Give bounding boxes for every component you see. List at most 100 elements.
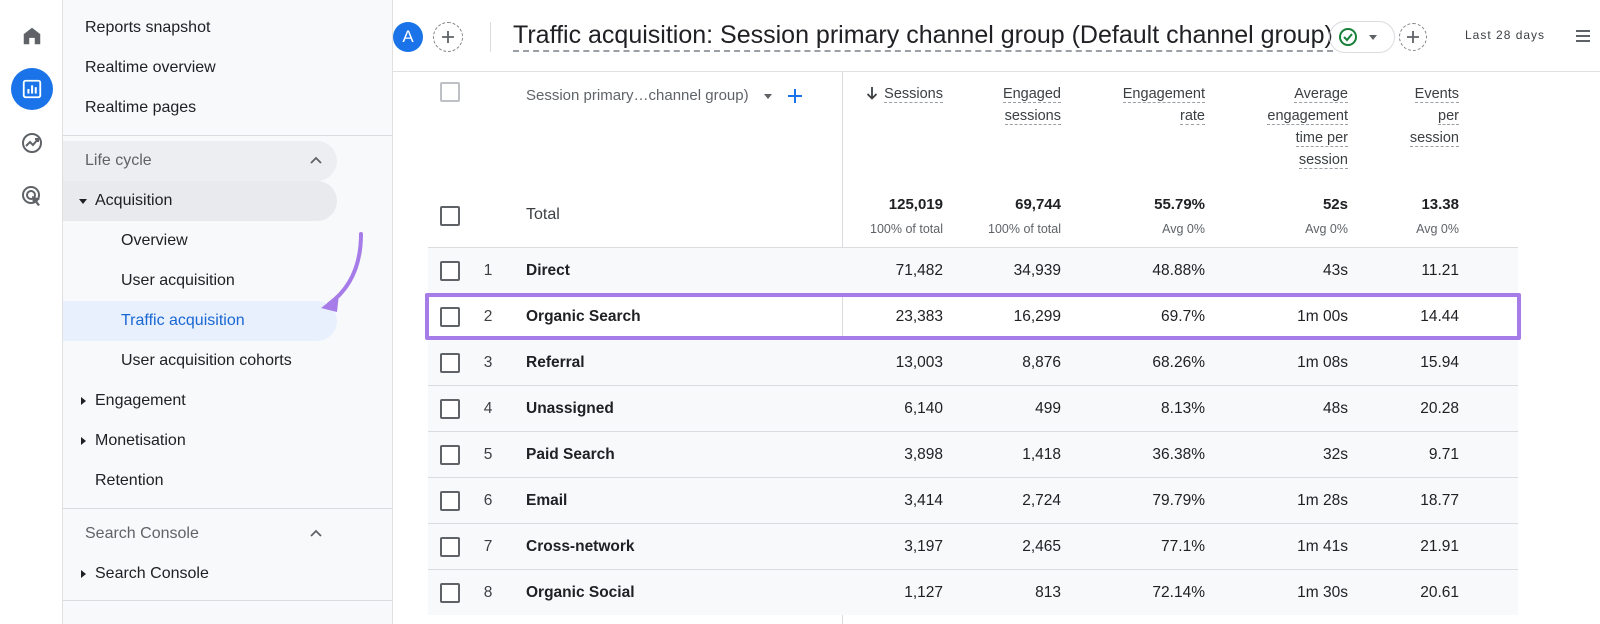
table-row[interactable]: 4 Unassigned 6,140 499 8.13% 48s 20.28 [428, 385, 1518, 431]
sidebar-item-monetisation[interactable]: Monetisation [63, 421, 337, 461]
cell-engaged-sessions: 813 [1035, 583, 1061, 601]
home-icon[interactable] [11, 15, 53, 57]
total-value: 125,019 [888, 196, 943, 213]
section-search-console[interactable]: Search Console [63, 514, 337, 554]
report-header: A Traffic acquisition: Session primary c… [393, 0, 1600, 72]
caret-down-icon [63, 196, 95, 206]
row-checkbox[interactable] [440, 583, 460, 603]
cell-engaged-sessions: 8,876 [1022, 353, 1061, 371]
column-header-label: per [1438, 108, 1459, 125]
grid-more-icon[interactable] [1573, 26, 1593, 46]
row-index: 8 [483, 583, 493, 601]
sidebar-item-retention[interactable]: Retention [63, 461, 337, 501]
date-range-label[interactable]: Last 28 days [1465, 28, 1545, 42]
cell-engagement-rate: 72.14% [1152, 583, 1205, 601]
sidebar-item-traffic-acquisition[interactable]: Traffic acquisition [63, 301, 337, 341]
check-circle-icon [1339, 28, 1357, 46]
total-value: 55.79% [1154, 196, 1205, 213]
row-checkbox[interactable] [440, 491, 460, 511]
sidebar-item-acquisition[interactable]: Acquisition [63, 181, 337, 221]
total-subtext: Avg 0% [1305, 222, 1348, 236]
sidebar-item-label: Overview [121, 232, 188, 249]
cell-engagement-rate: 8.13% [1161, 399, 1205, 417]
sidebar-item-engagement[interactable]: Engagement [63, 381, 337, 421]
column-header-engagement-rate[interactable]: Engagement rate [1090, 83, 1205, 127]
sort-down-icon [867, 87, 878, 100]
cell-sessions: 3,197 [904, 537, 943, 555]
column-header-engaged-sessions[interactable]: Engaged sessions [960, 83, 1061, 127]
column-header-label: Sessions [884, 86, 943, 103]
row-checkbox[interactable] [440, 445, 460, 465]
cell-sessions: 71,482 [895, 261, 943, 279]
channel-name: Direct [526, 261, 570, 279]
plus-icon [442, 31, 454, 43]
cell-avg-engagement-time: 43s [1323, 261, 1348, 279]
table-row[interactable]: 5 Paid Search 3,898 1,418 36.38% 32s 9.7… [428, 431, 1518, 477]
row-index: 1 [483, 261, 493, 279]
sidebar-item-user-acquisition[interactable]: User acquisition [63, 261, 337, 301]
caret-right-icon [63, 396, 95, 406]
cell-sessions: 3,898 [904, 445, 943, 463]
cell-avg-engagement-time: 1m 28s [1297, 491, 1348, 509]
sidebar-item-reports-snapshot[interactable]: Reports snapshot [85, 8, 210, 48]
cell-avg-engagement-time: 32s [1323, 445, 1348, 463]
dimension-selector[interactable]: Session primary…channel group) [526, 87, 803, 104]
row-checkbox[interactable] [440, 353, 460, 373]
caret-down-icon [1369, 35, 1377, 40]
explore-icon[interactable] [11, 122, 53, 164]
channel-name: Organic Social [526, 583, 635, 601]
table-row[interactable]: 6 Email 3,414 2,724 79.79% 1m 28s 18.77 [428, 477, 1518, 523]
totals-checkbox[interactable] [440, 206, 460, 226]
column-header-average-engagement-time[interactable]: Average engagement time per session [1230, 83, 1348, 171]
total-subtext: Avg 0% [1416, 222, 1459, 236]
total-subtext: 100% of total [870, 222, 943, 236]
table-row[interactable]: 3 Referral 13,003 8,876 68.26% 1m 08s 15… [428, 339, 1518, 385]
table-row[interactable]: 1 Direct 71,482 34,939 48.88% 43s 11.21 [428, 247, 1518, 293]
sidebar-item-overview[interactable]: Overview [63, 221, 337, 261]
cell-engagement-rate: 79.79% [1152, 491, 1205, 509]
cell-engaged-sessions: 1,418 [1022, 445, 1061, 463]
reports-icon[interactable] [11, 68, 53, 110]
chevron-up-icon [310, 156, 322, 164]
table-row[interactable]: 7 Cross-network 3,197 2,465 77.1% 1m 41s… [428, 523, 1518, 569]
advertising-icon[interactable] [11, 175, 53, 217]
sidebar-item-search-console[interactable]: Search Console [63, 554, 337, 594]
sidebar-item-realtime-overview[interactable]: Realtime overview [85, 48, 216, 88]
cell-events-per-session: 20.61 [1420, 583, 1459, 601]
data-status-button[interactable] [1329, 21, 1395, 53]
cell-sessions: 13,003 [895, 353, 943, 371]
sidebar-item-user-acquisition-cohorts[interactable]: User acquisition cohorts [63, 341, 337, 381]
sidebar-item-label: Traffic acquisition [121, 312, 245, 329]
avatar[interactable]: A [393, 22, 423, 52]
sidebar-divider [63, 600, 393, 601]
column-header-events-per-session[interactable]: Events per session [1380, 83, 1459, 149]
caret-down-icon [763, 93, 772, 99]
column-header-sessions[interactable]: Sessions [850, 83, 943, 105]
cell-avg-engagement-time: 1m 30s [1297, 583, 1348, 601]
column-header-label: session [1298, 152, 1348, 169]
table-row[interactable]: 8 Organic Social 1,127 813 72.14% 1m 30s… [428, 569, 1518, 615]
section-life-cycle[interactable]: Life cycle [63, 141, 337, 181]
column-header-label: rate [1180, 108, 1205, 125]
row-checkbox[interactable] [440, 399, 460, 419]
column-header-label: Events [1414, 86, 1459, 103]
add-button[interactable] [1399, 23, 1427, 51]
column-header-label: time per [1295, 130, 1348, 147]
add-comparison-button[interactable] [433, 22, 463, 52]
sidebar-item-label: Realtime pages [85, 99, 197, 116]
cell-engaged-sessions: 499 [1035, 399, 1061, 417]
select-all-checkbox[interactable] [440, 82, 460, 102]
channel-name: Cross-network [526, 537, 635, 555]
row-checkbox[interactable] [440, 261, 460, 281]
row-index: 6 [483, 491, 493, 509]
channel-name: Unassigned [526, 399, 614, 417]
total-value: 13.38 [1421, 196, 1459, 213]
cell-sessions: 6,140 [904, 399, 943, 417]
sidebar-item-label: User acquisition cohorts [121, 352, 292, 369]
channel-name: Referral [526, 353, 585, 371]
row-checkbox[interactable] [440, 537, 460, 557]
total-subtext: Avg 0% [1162, 222, 1205, 236]
column-header-label: Engagement [1122, 86, 1205, 103]
sidebar-item-realtime-pages[interactable]: Realtime pages [85, 88, 196, 128]
add-dimension-icon[interactable] [787, 88, 803, 104]
